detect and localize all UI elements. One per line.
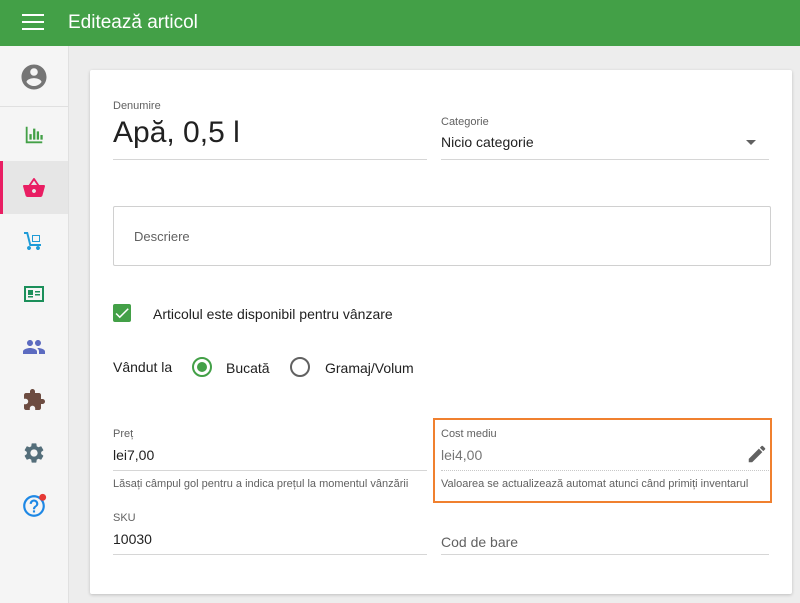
account-circle-icon bbox=[21, 64, 47, 89]
sidebar-item-inventory[interactable] bbox=[0, 214, 68, 267]
description-placeholder: Descriere bbox=[134, 229, 190, 244]
name-underline bbox=[113, 159, 427, 160]
page-title: Editează articol bbox=[68, 12, 198, 33]
sidebar-item-customers[interactable] bbox=[0, 320, 68, 373]
cost-highlight-box bbox=[433, 418, 772, 503]
description-field[interactable]: Descriere bbox=[113, 206, 771, 266]
price-underline bbox=[113, 470, 427, 471]
price-hint: Lăsați câmpul gol pentru a indica prețul… bbox=[113, 478, 409, 490]
barcode-underline bbox=[441, 554, 769, 555]
sidebar-item-settings[interactable] bbox=[0, 426, 68, 479]
name-label: Denumire bbox=[113, 100, 161, 112]
sidebar-item-help[interactable] bbox=[0, 479, 68, 532]
category-select[interactable]: Nicio categorie bbox=[441, 134, 534, 150]
category-underline bbox=[441, 159, 769, 160]
menu-icon[interactable] bbox=[22, 14, 44, 32]
integrations-puzzle-icon bbox=[24, 388, 45, 410]
price-input[interactable]: lei7,00 bbox=[113, 447, 154, 463]
inventory-cart-icon bbox=[24, 231, 41, 250]
name-input[interactable]: Apă, 0,5 l bbox=[113, 116, 240, 150]
sidebar-divider bbox=[0, 106, 68, 107]
sidebar-item-profile[interactable] bbox=[0, 50, 68, 103]
category-label: Categorie bbox=[441, 116, 489, 128]
barcode-input[interactable]: Cod de bare bbox=[441, 534, 518, 550]
sku-input[interactable]: 10030 bbox=[113, 531, 152, 547]
available-checkbox[interactable] bbox=[113, 304, 131, 322]
sold-by-option-weight[interactable]: Gramaj/Volum bbox=[325, 360, 414, 376]
shopping-basket-icon bbox=[23, 177, 45, 197]
bar-chart-icon bbox=[25, 126, 43, 143]
chevron-down-icon[interactable] bbox=[746, 140, 756, 145]
price-label: Preț bbox=[113, 428, 134, 440]
sku-label: SKU bbox=[113, 512, 136, 524]
checkmark-icon bbox=[115, 308, 129, 319]
item-form-card: Denumire Apă, 0,5 l Categorie Nicio cate… bbox=[90, 70, 792, 594]
settings-gear-icon bbox=[24, 442, 44, 463]
help-icon bbox=[23, 493, 47, 517]
sold-by-option-piece[interactable]: Bucată bbox=[226, 360, 270, 376]
sidebar-item-items[interactable] bbox=[0, 161, 68, 214]
sku-underline bbox=[113, 554, 427, 555]
app-bar: Editează articol bbox=[0, 0, 800, 46]
employee-card-icon bbox=[24, 285, 44, 302]
sidebar bbox=[0, 46, 69, 603]
sidebar-item-reports[interactable] bbox=[0, 108, 68, 161]
customers-icon bbox=[23, 339, 45, 354]
sidebar-item-employees[interactable] bbox=[0, 267, 68, 320]
sold-by-radio-piece[interactable] bbox=[192, 357, 212, 377]
available-label: Articolul este disponibil pentru vânzare bbox=[153, 306, 393, 322]
sidebar-item-integrations[interactable] bbox=[0, 373, 68, 426]
sold-by-label: Vândut la bbox=[113, 359, 173, 375]
sold-by-radio-weight[interactable] bbox=[290, 357, 310, 377]
